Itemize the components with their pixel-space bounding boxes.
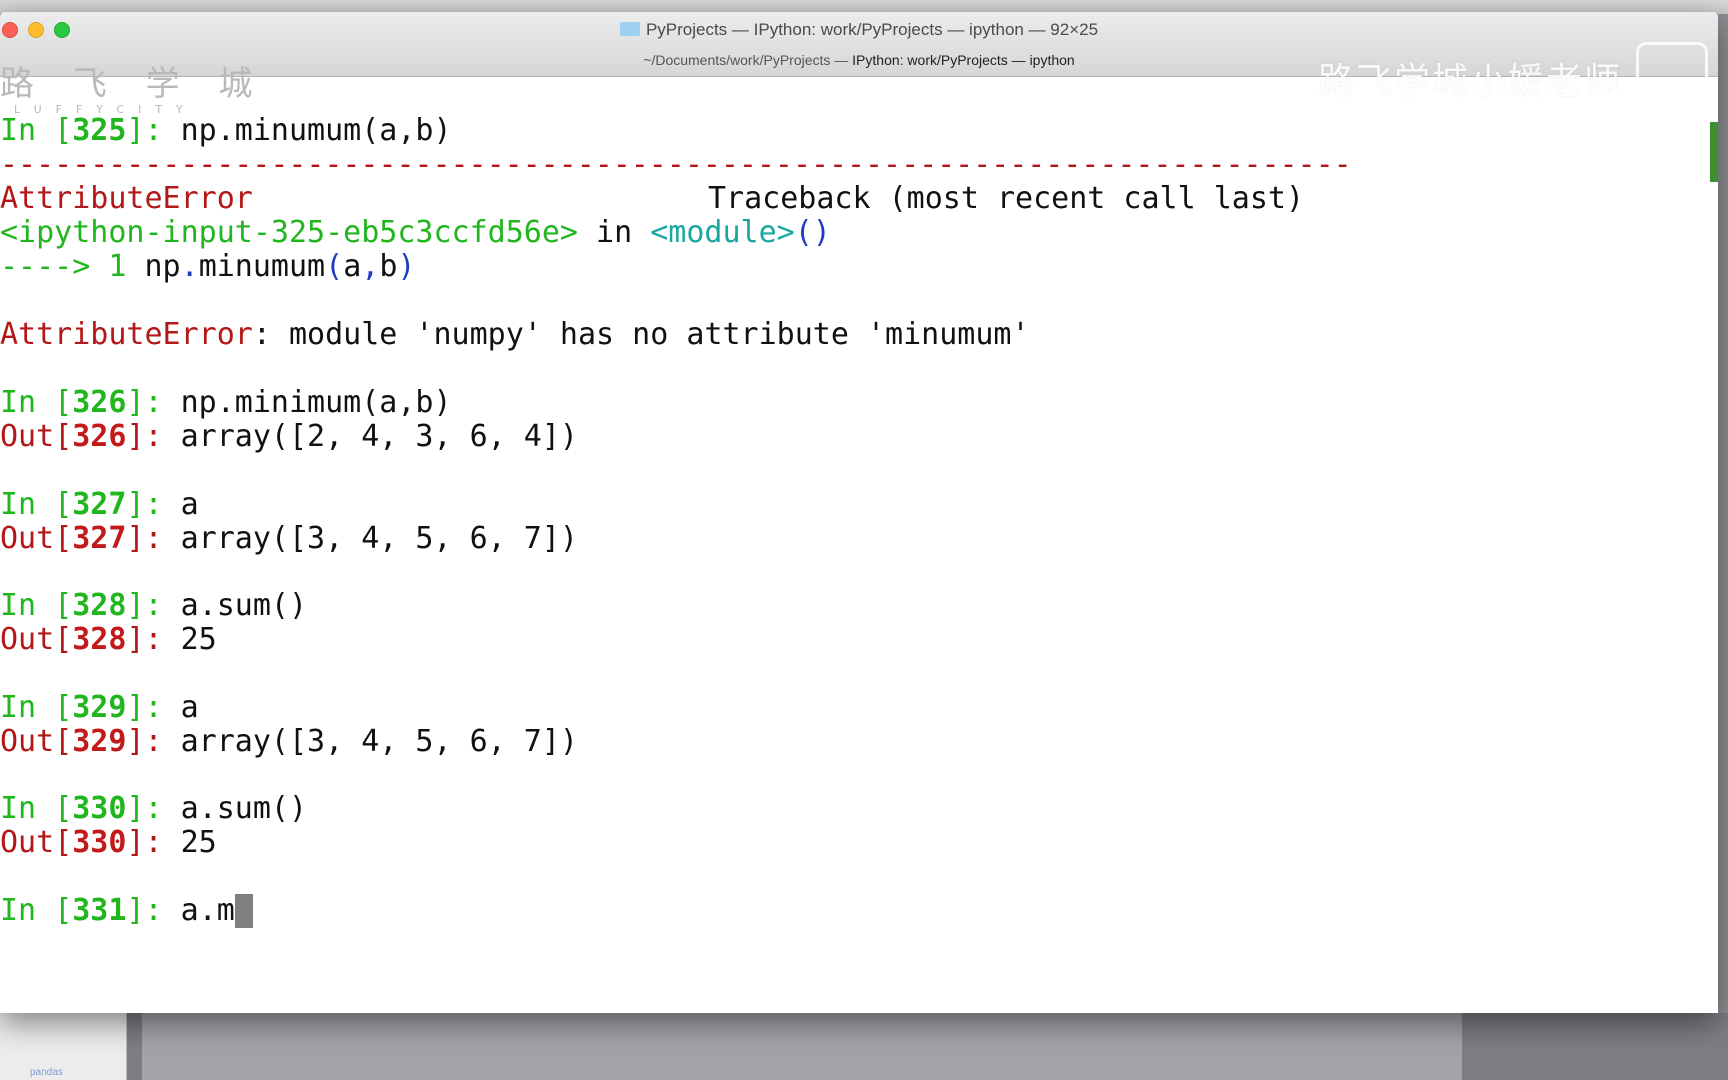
- input-line: In [326]: np.minimum(a,b): [0, 385, 452, 420]
- code-open: (: [325, 249, 344, 284]
- traceback-separator: ----------------------------------------…: [0, 147, 1352, 182]
- traceback-header: AttributeError: [0, 182, 253, 216]
- in-label: In: [0, 791, 55, 826]
- prompt-number: 329: [72, 690, 127, 725]
- input-code: np.minumum(a,b): [180, 113, 452, 148]
- traceback-in: in: [577, 215, 651, 250]
- output-number: 329: [72, 724, 127, 759]
- tab-path-prefix: ~/Documents/work/PyProjects —: [643, 52, 853, 68]
- prompt-number: 328: [72, 588, 127, 623]
- code-np: np: [144, 249, 181, 284]
- code-comma: ,: [361, 249, 380, 284]
- output-line: Out[327]: array([3, 4, 5, 6, 7]): [0, 521, 578, 556]
- output-colon: :: [144, 724, 181, 759]
- terminal-output[interactable]: In [325]: np.minumum(a,b) --------------…: [0, 76, 1718, 1013]
- prompt-colon: :: [144, 113, 181, 148]
- output-colon: :: [144, 825, 181, 860]
- prompt-number: 327: [72, 487, 127, 522]
- input-line: In [325]: np.minumum(a,b): [0, 113, 452, 148]
- terminal-window: PyProjects — IPython: work/PyProjects — …: [0, 12, 1718, 1013]
- input-line: In [328]: a.sum(): [0, 588, 308, 623]
- in-label: In: [0, 893, 55, 928]
- out-label: Out: [0, 521, 55, 556]
- output-colon: :: [144, 622, 181, 657]
- output-line: Out[326]: array([2, 4, 3, 6, 4]): [0, 419, 578, 454]
- prompt-number: 331: [72, 893, 127, 928]
- traceback-module: <module>: [650, 215, 795, 250]
- output-value: 25: [180, 825, 217, 860]
- prompt-number: 325: [72, 113, 127, 148]
- input-line: In [327]: a: [0, 487, 199, 522]
- code-b: b: [379, 249, 398, 284]
- out-label: Out: [0, 419, 55, 454]
- out-label: Out: [0, 825, 55, 860]
- code-close: ): [397, 249, 416, 284]
- code-attr: minumum: [198, 249, 326, 284]
- in-label: In: [0, 385, 55, 420]
- output-colon: :: [144, 419, 181, 454]
- output-colon: :: [144, 521, 181, 556]
- out-label: Out: [0, 724, 55, 759]
- output-number: 327: [72, 521, 127, 556]
- traceback-arrow: ----> 1: [0, 249, 145, 284]
- input-code: a.sum(): [180, 588, 308, 623]
- input-line: In [329]: a: [0, 690, 199, 725]
- prompt-colon: :: [144, 588, 181, 623]
- out-label: Out: [0, 622, 55, 657]
- output-number: 326: [72, 419, 127, 454]
- output-value: array([3, 4, 5, 6, 7]): [180, 521, 578, 556]
- traceback-code-line: ----> 1 np.minumum(a,b): [0, 250, 415, 284]
- folder-icon: [619, 22, 640, 36]
- output-number: 330: [72, 825, 127, 860]
- prompt-colon: :: [144, 385, 181, 420]
- error-message-line: AttributeError: module 'numpy' has no at…: [0, 318, 1030, 352]
- output-value: array([2, 4, 3, 6, 4]): [180, 419, 578, 454]
- prompt-number: 326: [72, 385, 127, 420]
- traceback-source: <ipython-input-325-eb5c3ccfd56e>: [0, 215, 578, 250]
- input-code: a.sum(): [180, 791, 308, 826]
- background-window-panel: pandas: [0, 1013, 127, 1080]
- text-cursor: [234, 894, 253, 928]
- output-line: Out[330]: 25: [0, 825, 217, 860]
- error-name: AttributeError: [0, 317, 253, 352]
- window-title-text: PyProjects — IPython: work/PyProjects — …: [645, 20, 1099, 39]
- error-name: AttributeError: [0, 181, 253, 216]
- error-message: : module 'numpy' has no attribute 'minum…: [252, 317, 1030, 352]
- input-code: a: [180, 487, 199, 522]
- traceback-header-right: Traceback (most recent call last): [708, 181, 1305, 216]
- output-value: 25: [180, 622, 217, 657]
- window-title: PyProjects — IPython: work/PyProjects — …: [0, 20, 1718, 40]
- current-input-line[interactable]: In [331]: a.m: [0, 894, 253, 928]
- scrollbar-indicator[interactable]: [1710, 122, 1718, 182]
- output-line: Out[329]: array([3, 4, 5, 6, 7]): [0, 724, 578, 759]
- prompt-colon: :: [144, 791, 181, 826]
- traceback-parens: (): [794, 215, 831, 250]
- output-value: array([3, 4, 5, 6, 7]): [180, 724, 578, 759]
- in-label: In: [0, 588, 55, 623]
- in-label: In: [0, 113, 55, 148]
- in-label: In: [0, 690, 55, 725]
- input-code: a: [180, 690, 199, 725]
- code-dot: .: [180, 249, 199, 284]
- prompt-colon: :: [144, 690, 181, 725]
- traceback-location: <ipython-input-325-eb5c3ccfd56e> in <mod…: [0, 216, 831, 250]
- background-panel-text: pandas: [30, 1067, 63, 1078]
- in-label: In: [0, 487, 55, 522]
- code-a: a: [343, 249, 362, 284]
- prompt-colon: :: [144, 487, 181, 522]
- tab-path-current: IPython: work/PyProjects — ipython: [852, 52, 1075, 68]
- input-code: np.minimum(a,b): [180, 385, 452, 420]
- output-number: 328: [72, 622, 127, 657]
- prompt-number: 330: [72, 791, 127, 826]
- input-line: In [330]: a.sum(): [0, 791, 308, 826]
- title-bar[interactable]: PyProjects — IPython: work/PyProjects — …: [0, 12, 1718, 116]
- background-window: [142, 1013, 1462, 1080]
- prompt-colon: :: [144, 893, 181, 928]
- current-input[interactable]: a.m: [181, 893, 235, 928]
- output-line: Out[328]: 25: [0, 622, 217, 657]
